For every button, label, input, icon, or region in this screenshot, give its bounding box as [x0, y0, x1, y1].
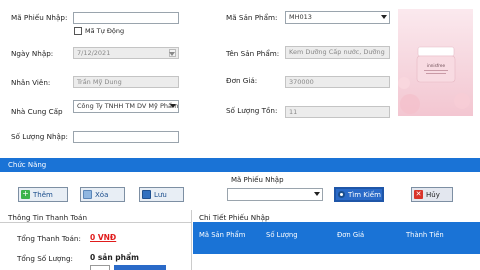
search-ma-phieu-nhap-label: Mã Phiếu Nhập: [231, 176, 284, 184]
so-luong-ton-field: 11: [285, 106, 390, 118]
calendar-icon[interactable]: [169, 49, 176, 57]
tong-so-luong-value: 0 sản phẩm: [90, 253, 139, 262]
don-gia-field: 370000: [285, 76, 390, 88]
ngay-nhap-label: Ngày Nhập:: [11, 49, 54, 58]
search-icon: [338, 191, 345, 198]
luu-button[interactable]: Lưu: [139, 187, 184, 202]
so-luong-nhap-label: Số Lượng Nhập:: [11, 132, 68, 141]
chevron-down-icon: [314, 192, 320, 196]
so-luong-nhap-input[interactable]: [73, 131, 179, 143]
xoa-label: Xóa: [95, 190, 109, 199]
them-button[interactable]: + Thêm: [18, 187, 68, 202]
ma-san-pham-select[interactable]: MH013: [285, 11, 390, 24]
ten-san-pham-field: Kem Dưỡng Cấp nước, Dưỡng: [285, 46, 390, 59]
huy-button[interactable]: ✕ Hủy: [411, 187, 453, 202]
so-luong-ton-label: Số Lượng Tồn:: [226, 106, 278, 115]
divider: [0, 222, 192, 223]
nha-cung-cap-label: Nhà Cung Cấp: [11, 107, 63, 116]
huy-label: Hủy: [426, 190, 440, 199]
ngay-nhap-date-picker[interactable]: 7/12/2021: [73, 47, 179, 59]
chi-tiet-title: Chi Tiết Phiếu Nhập: [199, 213, 270, 222]
thong-tin-thanh-toan-title: Thông Tin Thanh Toán: [8, 213, 88, 222]
ma-san-pham-value: MH013: [289, 13, 312, 21]
so-luong-ton-value: 11: [289, 108, 298, 116]
chi-tiet-table-header: Mã Sản Phẩm Số Lượng Đơn Giá Thành Tiền: [193, 222, 480, 254]
ten-san-pham-value: Kem Dưỡng Cấp nước, Dưỡng: [289, 48, 385, 56]
ngay-nhap-value: 7/12/2021: [77, 49, 111, 57]
add-icon: +: [21, 189, 30, 199]
product-photo: innisfree: [398, 46, 470, 114]
nhan-vien-value: Trần Mỹ Dung: [77, 78, 122, 86]
chevron-down-icon: [170, 104, 176, 108]
chi-tiet-phieu-nhap-panel: Chi Tiết Phiếu Nhập Mã Sản Phẩm Số Lượng…: [193, 210, 480, 270]
nha-cung-cap-value: Công Ty TNHH TM DV Mỹ Phẩm: [77, 102, 179, 110]
them-label: Thêm: [33, 190, 53, 199]
tong-thanh-toan-value: 0 VNĐ: [90, 233, 117, 242]
partial-button[interactable]: [114, 265, 166, 270]
tong-so-luong-label: Tổng Số Lượng:: [17, 254, 73, 263]
tim-kiem-label: Tìm Kiếm: [348, 190, 381, 199]
column-header-ma-san-pham[interactable]: Mã Sản Phẩm: [199, 231, 245, 239]
ma-tu-dong-checkbox[interactable]: [74, 27, 82, 35]
thong-tin-thanh-toan-panel: Thông Tin Thanh Toán Tổng Thanh Toán: 0 …: [0, 210, 192, 270]
column-header-don-gia[interactable]: Đơn Giá: [337, 231, 364, 239]
nha-cung-cap-select[interactable]: Công Ty TNHH TM DV Mỹ Phẩm: [73, 100, 179, 113]
brand-text: innisfree: [427, 63, 445, 68]
save-icon: [142, 190, 151, 199]
xoa-button[interactable]: Xóa: [80, 187, 125, 202]
ma-tu-dong-label: Mã Tự Động: [85, 27, 125, 35]
ten-san-pham-label: Tên Sản Phẩm:: [226, 49, 280, 58]
partial-field: [90, 265, 110, 270]
ma-phieu-nhap-label: Mã Phiếu Nhập:: [11, 13, 68, 22]
chuc-nang-title: Chức Năng: [8, 161, 47, 169]
column-header-so-luong[interactable]: Số Lượng: [266, 231, 298, 239]
ma-san-pham-label: Mã Sản Phẩm:: [226, 13, 278, 22]
nhan-vien-field: Trần Mỹ Dung: [73, 76, 179, 88]
tong-thanh-toan-label: Tổng Thanh Toán:: [17, 234, 81, 243]
chi-tiet-table-body: [193, 254, 480, 270]
close-icon: ✕: [414, 190, 423, 199]
nhan-vien-label: Nhân Viên:: [11, 78, 51, 87]
tim-kiem-button[interactable]: Tìm Kiếm: [334, 187, 384, 202]
don-gia-value: 370000: [289, 78, 314, 86]
luu-label: Lưu: [154, 190, 167, 199]
trash-icon: [83, 190, 92, 199]
chevron-down-icon: [381, 15, 387, 19]
chuc-nang-header: Chức Năng: [0, 158, 480, 172]
don-gia-label: Đơn Giá:: [226, 76, 258, 85]
column-header-thanh-tien[interactable]: Thành Tiền: [406, 231, 444, 239]
ma-phieu-nhap-input[interactable]: [73, 12, 179, 24]
product-image: innisfree: [398, 9, 473, 116]
ma-phieu-nhap-search-select[interactable]: [227, 188, 323, 201]
